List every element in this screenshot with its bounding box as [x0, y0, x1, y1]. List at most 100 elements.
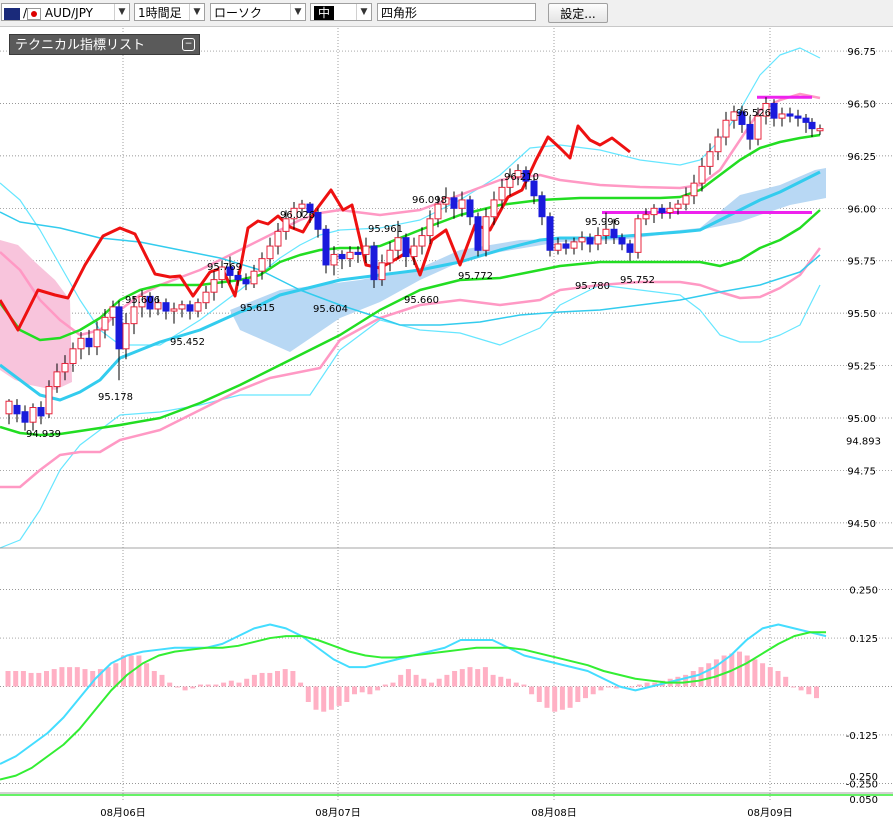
histogram-bar — [444, 674, 450, 687]
histogram-bar — [567, 686, 573, 708]
settings-button[interactable]: 設定... — [548, 3, 608, 23]
histogram-bar — [529, 686, 535, 695]
histogram-bar — [775, 671, 781, 687]
histogram-bar — [67, 667, 73, 687]
bullish-candle — [410, 245, 418, 258]
histogram-bar — [136, 655, 142, 687]
bearish-candle — [610, 228, 618, 239]
minus-icon[interactable]: − — [182, 38, 195, 51]
histogram-bar — [706, 663, 712, 687]
price-annotation: 96.098 — [412, 195, 447, 206]
bullish-candle — [61, 362, 69, 373]
histogram-bar — [213, 684, 219, 687]
histogram-bar — [359, 686, 365, 693]
bottom-pane-tick-label: 0.050 — [849, 795, 878, 806]
bullish-candle — [178, 304, 186, 310]
bullish-candle — [378, 262, 386, 281]
timeframe-select[interactable]: 1時間足 ▼ — [134, 3, 205, 21]
histogram-bar — [636, 684, 642, 687]
bullish-candle — [386, 249, 394, 264]
toolbar: / AUD/JPY ▼ 1時間足 ▼ ローソク ▼ 中 ▼ 四角形 設定... — [0, 0, 893, 27]
histogram-bar — [51, 669, 57, 687]
macd-line — [0, 623, 827, 765]
histogram-bar — [190, 686, 196, 689]
settings-button-label: 設定... — [560, 7, 596, 21]
bullish-candle — [674, 203, 682, 209]
bullish-candle — [418, 235, 426, 247]
chevron-down-icon[interactable]: ▼ — [114, 4, 129, 20]
histogram-bar — [606, 686, 612, 688]
osc-y-tick-label: 0.250 — [849, 586, 878, 597]
chart-style-select[interactable]: ローソク ▼ — [210, 3, 306, 21]
bearish-candle — [85, 337, 93, 348]
bullish-candle — [682, 195, 690, 205]
histogram-bar — [405, 669, 411, 687]
histogram-bar — [690, 671, 696, 687]
currency-pair-select[interactable]: / AUD/JPY ▼ — [1, 3, 130, 21]
bearish-candle — [658, 207, 666, 214]
bullish-candle — [458, 199, 466, 209]
bearish-candle — [808, 121, 816, 130]
bullish-candle — [202, 291, 210, 304]
histogram-bar — [13, 671, 19, 687]
price-annotation: 96.210 — [504, 172, 539, 183]
shape-size-select[interactable]: 中 ▼ — [310, 3, 372, 21]
y-tick-label: 94.50 — [847, 519, 876, 530]
bearish-candle — [162, 302, 170, 312]
bullish-candle — [554, 243, 562, 251]
signal-line — [0, 631, 826, 781]
timeframe-label: 1時間足 — [138, 6, 182, 20]
chevron-down-icon[interactable]: ▼ — [290, 4, 305, 20]
histogram-bar — [328, 686, 334, 710]
bullish-candle — [602, 228, 610, 237]
histogram-bar — [760, 663, 766, 687]
bullish-candle — [634, 218, 642, 253]
shape-type-select[interactable]: 四角形 — [377, 3, 536, 21]
chart-area[interactable]: 96.75 96.50 96.25 96.00 95.75 95.50 95.25 95.00… — [0, 26, 893, 821]
histogram-bar — [367, 686, 373, 695]
histogram-bar — [259, 672, 265, 687]
bearish-candle — [13, 404, 21, 415]
histogram-bar — [590, 686, 596, 695]
histogram-bar — [575, 686, 581, 702]
bearish-candle — [530, 180, 538, 197]
bearish-candle — [186, 304, 194, 312]
bullish-candle — [250, 270, 258, 285]
y-tick-label: 96.75 — [847, 47, 876, 58]
histogram-bar — [182, 686, 188, 691]
chevron-down-icon[interactable]: ▼ — [356, 4, 371, 20]
bullish-candle — [77, 337, 85, 350]
bearish-candle — [562, 243, 570, 249]
histogram-bar — [167, 682, 173, 687]
bullish-candle — [394, 237, 402, 251]
bullish-candle — [210, 279, 218, 293]
bullish-candle — [650, 207, 658, 216]
histogram-bar — [583, 686, 588, 699]
histogram-bar — [398, 674, 404, 687]
bullish-candle — [5, 400, 13, 415]
bearish-candle — [314, 212, 322, 230]
bullish-candle — [298, 203, 306, 209]
histogram-bar — [475, 669, 481, 687]
histogram-bar — [552, 686, 558, 712]
bearish-candle — [338, 253, 346, 260]
histogram-bar — [752, 659, 758, 687]
histogram-bar — [413, 674, 419, 687]
histogram-bar — [44, 671, 49, 687]
bullish-candle — [274, 230, 282, 247]
price-annotation: 95.961 — [368, 224, 403, 235]
bearish-candle — [21, 411, 29, 423]
bullish-candle — [482, 216, 490, 251]
histogram-bar — [559, 686, 565, 710]
price-annotation: 95.604 — [313, 304, 348, 315]
histogram-bar — [467, 667, 473, 687]
indicator-list-panel[interactable]: テクニカル指標リスト − — [9, 34, 200, 55]
chevron-down-icon[interactable]: ▼ — [189, 4, 204, 20]
x-date-label: 08月06日 — [100, 807, 145, 819]
histogram-bar — [382, 684, 388, 687]
bullish-candle — [754, 115, 762, 140]
bearish-candle — [586, 237, 594, 245]
bullish-candle — [109, 306, 117, 318]
histogram-bar — [598, 686, 604, 691]
price-annotation: 95.178 — [98, 392, 133, 403]
